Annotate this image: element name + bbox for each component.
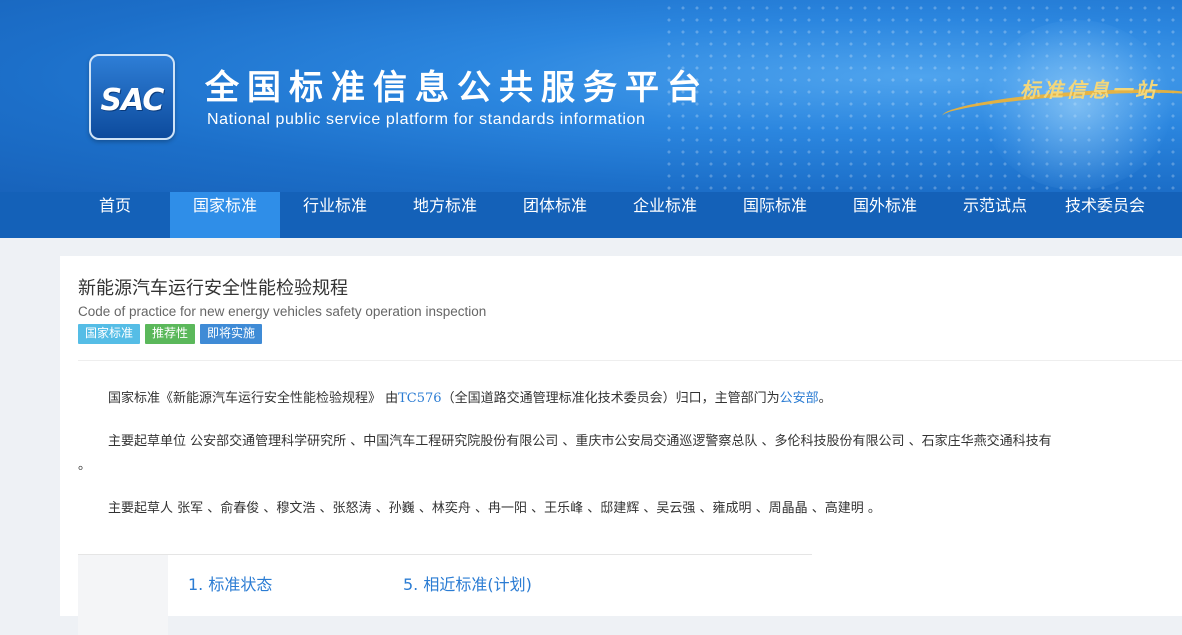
site-subtitle: National public service platform for sta… [207,111,646,128]
tc-link[interactable]: TC576 [398,391,441,406]
main-nav: 首页 国家标准 行业标准 地方标准 团体标准 企业标准 国际标准 国外标准 示范… [0,192,1182,238]
nav-home[interactable]: 首页 [60,192,170,238]
drafting-units-tail: 。 [78,458,92,473]
drafters-label: 主要起草人 [108,501,174,516]
section-link-status[interactable]: 1. 标准状态 [188,571,272,595]
tag-national-standard: 国家标准 [78,324,141,344]
standard-description: 国家标准《新能源汽车运行安全性能检验规程》 由TC576（全国道路交通管理标准化… [108,391,832,406]
site-title: 全国标准信息公共服务平台 [205,68,709,108]
dept-link[interactable]: 公安部 [780,391,819,406]
section-index: 1. 标准状态 5. 相近标准(计划) [78,554,812,635]
standard-title-en: Code of practice for new energy vehicles… [78,304,487,319]
section-index-side [78,555,168,635]
drafters-list: 张军 、俞春俊 、穆文浩 、张怒涛 、孙巍 、林奕舟 、冉一阳 、王乐峰 、邸建… [177,501,881,516]
nav-group-standards[interactable]: 团体标准 [500,192,610,238]
nav-industry-standards[interactable]: 行业标准 [280,192,390,238]
divider [78,360,1182,361]
nav-local-standards[interactable]: 地方标准 [390,192,500,238]
site-header: SAC 全国标准信息公共服务平台 National public service… [0,0,1182,192]
drafters: 主要起草人 张军 、俞春俊 、穆文浩 、张怒涛 、孙巍 、林奕舟 、冉一阳 、王… [108,497,881,516]
standard-tags: 国家标准 推荐性 即将实施 [78,324,263,344]
section-link-similar[interactable]: 5. 相近标准(计划) [403,571,532,595]
slogan-text: 标准信息一站 [1020,78,1158,102]
drafting-units-list: 公安部交通管理科学研究所 、中国汽车工程研究院股份有限公司 、重庆市公安局交通巡… [190,434,1052,449]
standard-detail-card: 新能源汽车运行安全性能检验规程 Code of practice for new… [60,256,1182,635]
drafting-units: 主要起草单位 公安部交通管理科学研究所 、中国汽车工程研究院股份有限公司 、重庆… [108,430,1052,449]
nav-international-standards[interactable]: 国际标准 [720,192,830,238]
tag-upcoming: 即将实施 [200,324,263,344]
nav-foreign-standards[interactable]: 国外标准 [830,192,940,238]
nav-enterprise-standards[interactable]: 企业标准 [610,192,720,238]
standard-title: 新能源汽车运行安全性能检验规程 [78,278,348,299]
sac-logo[interactable]: SAC [89,54,175,140]
nav-demo-pilots[interactable]: 示范试点 [940,192,1050,238]
tag-recommended: 推荐性 [145,324,196,344]
drafting-units-label: 主要起草单位 [108,434,187,449]
nav-national-standards[interactable]: 国家标准 [170,192,280,238]
nav-tech-committees[interactable]: 技术委员会 [1050,192,1160,238]
